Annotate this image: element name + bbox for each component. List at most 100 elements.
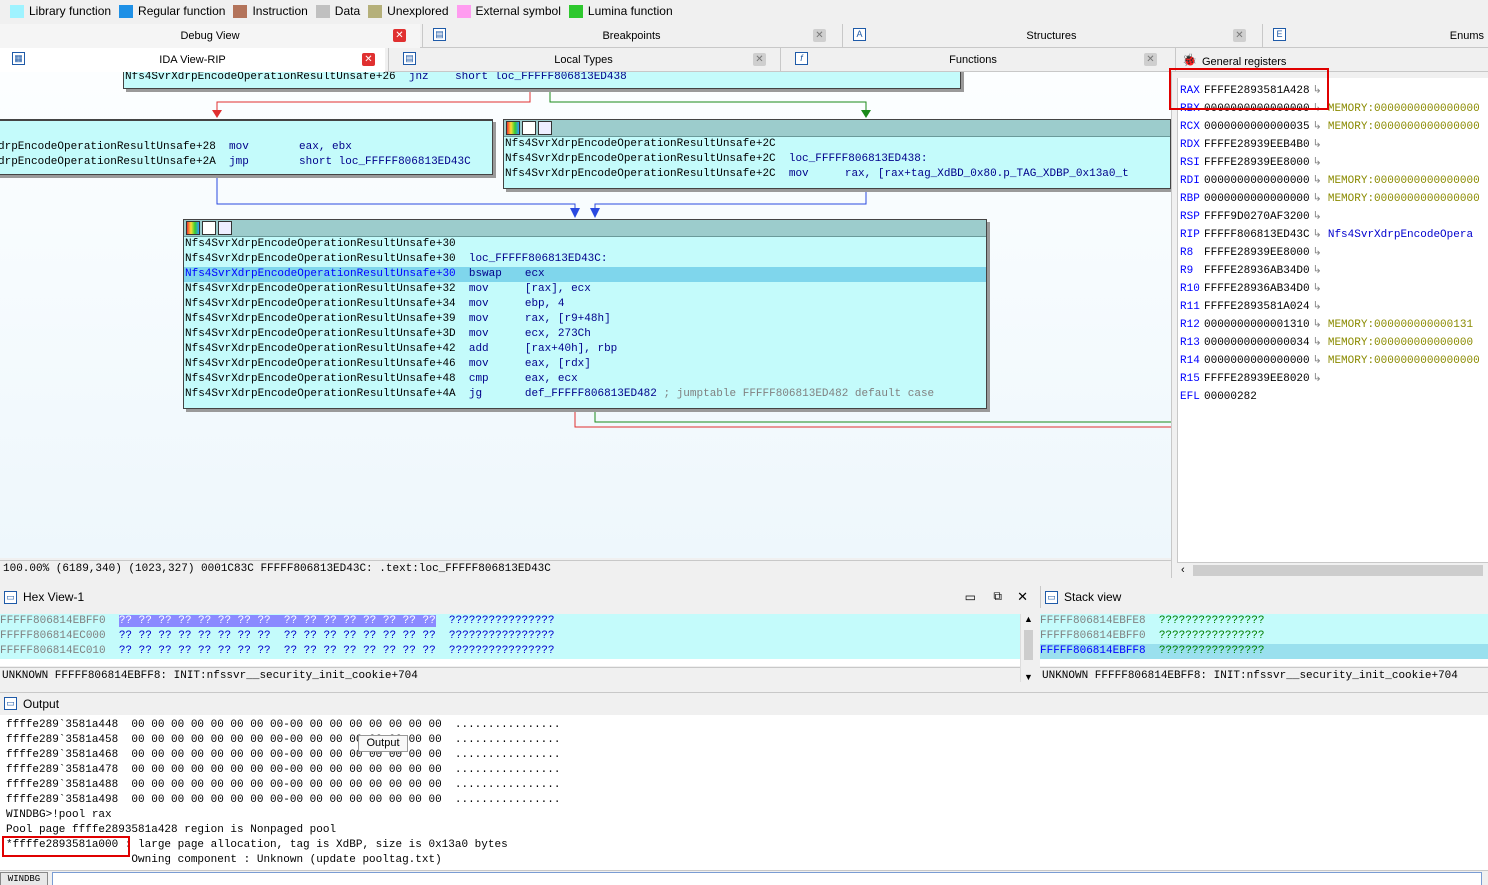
hex-bytes[interactable]: ?? ?? ?? ?? ?? ?? ?? ?? ?? ?? ?? ?? ?? ?… [118, 615, 436, 627]
stack-row[interactable]: FFFFF806814EBFE8 ???????????????? [1040, 614, 1488, 629]
asm-line[interactable]: Nfs4SvrXdrpEncodeOperationResultUnsafe+2… [504, 152, 1170, 167]
edit-icon[interactable] [202, 221, 216, 235]
tab-ida-view[interactable]: ▦ IDA View-RIP ✕ [0, 48, 385, 72]
register-row[interactable]: R11 FFFFE2893581A024 ↳ [1180, 298, 1322, 316]
register-value[interactable]: FFFFE2893581A428 [1204, 85, 1310, 97]
graph-icon[interactable] [218, 221, 232, 235]
graph-node-top[interactable]: Nfs4SvrXdrpEncodeOperationResultUnsafe+2… [123, 72, 961, 89]
register-value[interactable]: 0000000000000000 [1204, 355, 1310, 367]
register-value[interactable]: 0000000000001310 [1204, 319, 1310, 331]
asm-line[interactable]: Nfs4SvrXdrpEncodeOperationResultUnsafe+3… [184, 252, 986, 267]
hex-bytes[interactable]: ?? ?? ?? ?? ?? ?? ?? ?? ?? ?? ?? ?? ?? ?… [119, 630, 436, 642]
color-icon[interactable] [506, 121, 520, 135]
stack-view-content[interactable]: FFFFF806814EBFE8 ???????????????? FFFFF80… [1040, 614, 1488, 666]
tab-enums[interactable]: E Enums [1262, 24, 1488, 48]
stack-value[interactable]: ???????????????? [1159, 615, 1265, 627]
register-value[interactable]: 00000282 [1204, 391, 1257, 403]
hex-ascii[interactable]: ???????????????? [449, 645, 555, 657]
minimize-icon[interactable]: ▭ [965, 590, 976, 604]
jump-arrow-icon[interactable]: ↳ [1313, 355, 1322, 367]
asm-line[interactable]: Nfs4SvrXdrpEncodeOperationResultUnsafe+2… [124, 72, 960, 85]
asm-line[interactable]: Nfs4SvrXdrpEncodeOperationResultUnsafe+3… [184, 297, 986, 312]
stack-row[interactable]: FFFFF806814EBFF0 ???????????????? [1040, 629, 1488, 644]
register-row[interactable]: R13 0000000000000034 ↳ MEMORY:0000000000000… [1180, 334, 1473, 352]
hex-view-content[interactable]: FFFFF806814EBFF0 ?? ?? ?? ?? ?? ?? ?? ??… [0, 614, 1020, 666]
tab-structures[interactable]: A Structures ✕ [842, 24, 1260, 48]
jump-arrow-icon[interactable]: ↳ [1313, 319, 1322, 331]
jump-arrow-icon[interactable]: ↳ [1313, 211, 1322, 223]
asm-line[interactable]: Nfs4SvrXdrpEncodeOperationResultUnsafe+3… [184, 312, 986, 327]
output-content[interactable]: ffffe289`3581a448 00 00 00 00 00 00 00 0… [0, 715, 1488, 870]
disassembly-graph[interactable]: Nfs4SvrXdrpEncodeOperationResultUnsafe+2… [0, 72, 1171, 558]
tab-functions[interactable]: f Functions ✕ [780, 48, 1165, 72]
color-icon[interactable] [186, 221, 200, 235]
registers-hscrollbar[interactable]: ‹ [1177, 562, 1488, 578]
register-value[interactable]: FFFFE28936AB34D0 [1204, 283, 1310, 295]
register-row[interactable]: RCX 0000000000000035 ↳ MEMORY:0000000000000… [1180, 118, 1480, 136]
jump-arrow-icon[interactable]: ↳ [1313, 157, 1322, 169]
close-icon[interactable]: ✕ [1144, 53, 1157, 66]
register-value[interactable]: 0000000000000000 [1204, 175, 1310, 187]
register-value[interactable]: 0000000000000034 [1204, 337, 1310, 349]
register-row[interactable]: R9 FFFFE28936AB34D0 ↳ [1180, 262, 1322, 280]
jump-arrow-icon[interactable]: ↳ [1313, 139, 1322, 151]
hex-vscrollbar[interactable]: ▲ ▼ [1020, 614, 1036, 682]
register-row[interactable]: RBP 0000000000000000 ↳ MEMORY:0000000000000… [1180, 190, 1480, 208]
asm-line[interactable]: Nfs4SvrXdrpEncodeOperationResultUnsafe+4… [184, 357, 986, 372]
jump-arrow-icon[interactable]: ↳ [1313, 301, 1322, 313]
graph-node-main[interactable]: Nfs4SvrXdrpEncodeOperationResultUnsafe+3… [183, 219, 987, 409]
cli-selector-button[interactable]: WINDBG [0, 872, 48, 885]
jump-arrow-icon[interactable]: ↳ [1313, 229, 1322, 241]
hex-row[interactable]: FFFFF806814EC010 ?? ?? ?? ?? ?? ?? ?? ??… [0, 644, 1020, 659]
jump-arrow-icon[interactable]: ↳ [1313, 337, 1322, 349]
register-row[interactable]: RAX FFFFE2893581A428 ↳ [1180, 82, 1322, 100]
register-value[interactable]: 0000000000000000 [1204, 193, 1310, 205]
registers-panel[interactable]: RAX FFFFE2893581A428 ↳ RBX 0000000000000000 ↳… [1177, 78, 1488, 578]
register-row[interactable]: R15 FFFFE28939EE8020 ↳ [1180, 370, 1322, 388]
jump-arrow-icon[interactable]: ↳ [1313, 283, 1322, 295]
register-row[interactable]: RSP FFFF9D0270AF3200 ↳ [1180, 208, 1322, 226]
close-icon[interactable]: ✕ [362, 53, 375, 66]
jump-arrow-icon[interactable]: ↳ [1313, 247, 1322, 259]
register-row[interactable]: RDI 0000000000000000 ↳ MEMORY:0000000000000… [1180, 172, 1480, 190]
stack-value[interactable]: ???????????????? [1159, 645, 1265, 657]
register-row[interactable]: R10 FFFFE28936AB34D0 ↳ [1180, 280, 1322, 298]
graph-node-left[interactable]: drpEncodeOperationResultUnsafe+28 mov eax… [0, 119, 493, 175]
register-value[interactable]: FFFFE28939EE8000 [1204, 247, 1310, 259]
close-icon[interactable]: ✕ [393, 29, 406, 42]
register-row[interactable]: R14 0000000000000000 ↳ MEMORY:0000000000000… [1180, 352, 1480, 370]
asm-line[interactable]: Nfs4SvrXdrpEncodeOperationResultUnsafe+4… [184, 372, 986, 387]
register-value[interactable]: FFFFE2893581A024 [1204, 301, 1310, 313]
scroll-thumb[interactable] [1193, 565, 1483, 576]
register-row[interactable]: RBX 0000000000000000 ↳ MEMORY:0000000000000… [1180, 100, 1480, 118]
asm-line[interactable]: Nfs4SvrXdrpEncodeOperationResultUnsafe+3… [184, 282, 986, 297]
asm-line[interactable]: Nfs4SvrXdrpEncodeOperationResultUnsafe+3… [184, 327, 986, 342]
register-value[interactable]: FFFF9D0270AF3200 [1204, 211, 1310, 223]
register-value[interactable]: FFFFE28939EE8000 [1204, 157, 1310, 169]
scroll-up-icon[interactable]: ▲ [1024, 614, 1033, 624]
asm-line[interactable]: Nfs4SvrXdrpEncodeOperationResultUnsafe+2… [504, 167, 1170, 182]
jump-arrow-icon[interactable]: ↳ [1313, 85, 1322, 97]
jump-arrow-icon[interactable]: ↳ [1313, 121, 1322, 133]
hex-ascii[interactable]: ???????????????? [449, 615, 555, 627]
scroll-down-icon[interactable]: ▼ [1024, 672, 1033, 682]
stack-row[interactable]: FFFFF806814EBFF8 ???????????????? [1040, 644, 1488, 659]
asm-line[interactable]: Nfs4SvrXdrpEncodeOperationResultUnsafe+4… [184, 342, 986, 357]
jump-arrow-icon[interactable]: ↳ [1313, 193, 1322, 205]
register-row[interactable]: EFL 00000282 [1180, 388, 1257, 406]
edit-icon[interactable] [522, 121, 536, 135]
register-value[interactable]: FFFFE28939EE8020 [1204, 373, 1310, 385]
jump-arrow-icon[interactable]: ↳ [1313, 175, 1322, 187]
close-icon[interactable]: ✕ [813, 29, 826, 42]
register-value[interactable]: FFFFF806813ED43C [1204, 229, 1310, 241]
hex-ascii[interactable]: ???????????????? [449, 630, 555, 642]
register-row[interactable]: RDX FFFFE28939EEB4B0 ↳ [1180, 136, 1322, 154]
restore-icon[interactable]: ⧉ [993, 589, 1002, 604]
jump-arrow-icon[interactable]: ↳ [1313, 265, 1322, 277]
hex-row[interactable]: FFFFF806814EBFF0 ?? ?? ?? ?? ?? ?? ?? ??… [0, 614, 1020, 629]
asm-line[interactable]: drpEncodeOperationResultUnsafe+28 mov eax… [0, 140, 492, 155]
command-input[interactable] [52, 872, 1482, 885]
graph-icon[interactable] [538, 121, 552, 135]
hex-row[interactable]: FFFFF806814EC000 ?? ?? ?? ?? ?? ?? ?? ??… [0, 629, 1020, 644]
scroll-left-icon[interactable]: ‹ [1181, 564, 1185, 576]
